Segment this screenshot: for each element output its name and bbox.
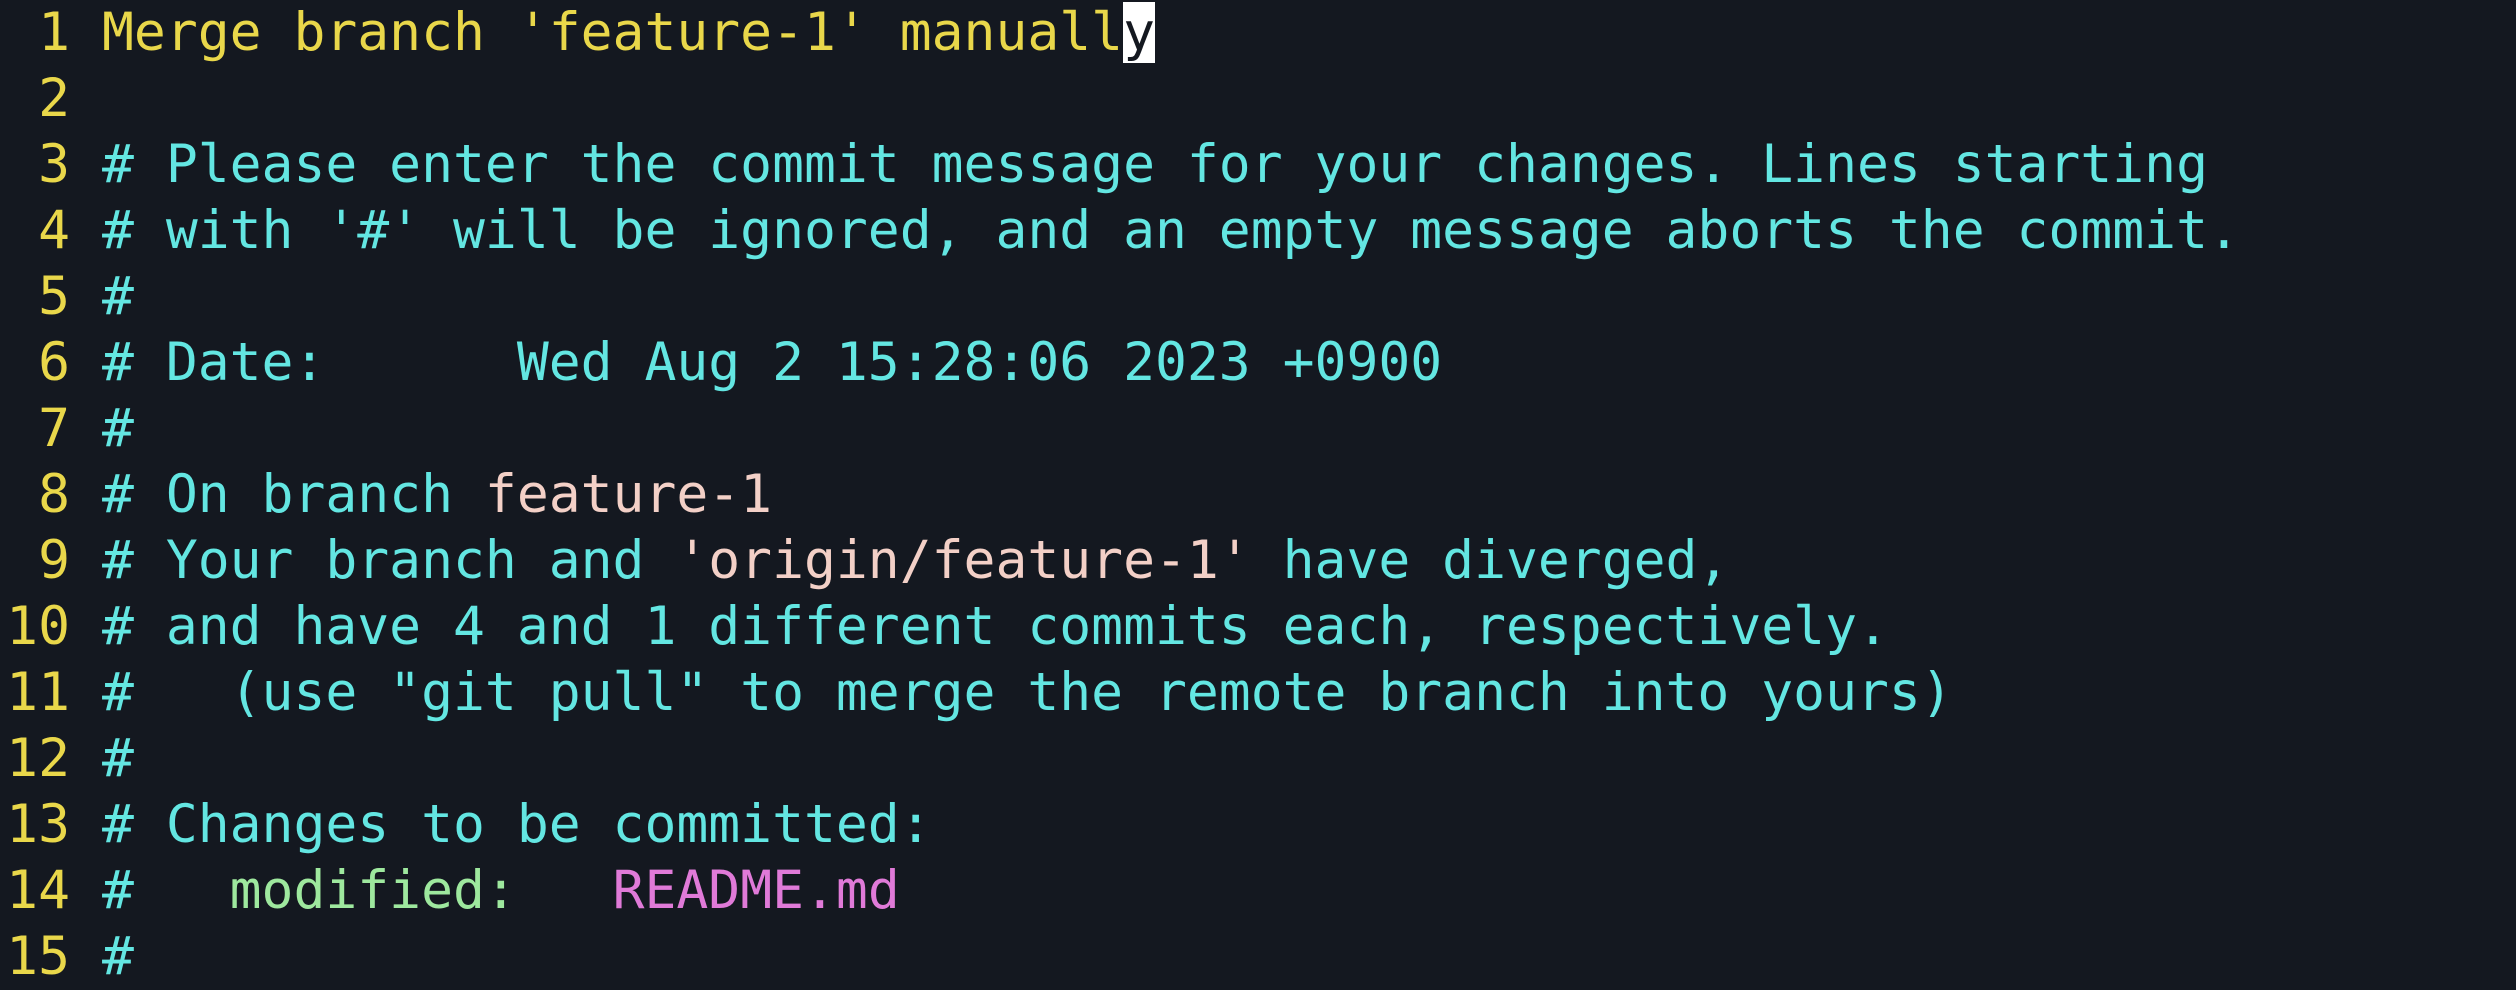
comment-text: # with '#' will be ignored, and an empty…	[102, 200, 2240, 261]
line-number: 15	[6, 926, 70, 987]
comment-text: #	[102, 926, 134, 987]
file-name: README.md	[612, 860, 900, 921]
editor-line-12[interactable]: 12 #	[0, 726, 2516, 792]
comment-diverged-line: # Your branch and 'origin/feature-1' hav…	[102, 528, 2516, 594]
editor-line-15[interactable]: 15 #	[0, 924, 2516, 990]
editor-line-4[interactable]: 4 # with '#' will be ignored, and an emp…	[0, 198, 2516, 264]
text-cursor: y	[1123, 2, 1155, 63]
comment-text: # and have 4 and 1 different commits eac…	[102, 596, 1889, 657]
editor-line-1[interactable]: 1 Merge branch 'feature-1' manually	[0, 0, 2516, 66]
line-number: 9	[38, 530, 70, 591]
branch-name: feature-1	[484, 464, 773, 525]
line-number: 5	[38, 266, 70, 327]
line-number: 1	[38, 2, 70, 63]
commit-message-editor[interactable]: 1 Merge branch 'feature-1' manually 2 3 …	[0, 0, 2516, 990]
editor-line-11[interactable]: 11 # (use "git pull" to merge the remote…	[0, 660, 2516, 726]
line-number: 3	[38, 134, 70, 195]
line-number: 10	[6, 596, 70, 657]
line-number: 14	[6, 860, 70, 921]
comment-prefix: #	[102, 860, 230, 921]
line-number: 12	[6, 728, 70, 789]
remote-branch-name: 'origin/feature-1'	[676, 530, 1251, 591]
comment-text: # (use "git pull" to merge the remote br…	[102, 662, 1953, 723]
line-number: 13	[6, 794, 70, 855]
modified-status: modified:	[229, 860, 517, 921]
comment-text: #	[102, 728, 134, 789]
editor-line-9[interactable]: 9 # Your branch and 'origin/feature-1' h…	[0, 528, 2516, 594]
editor-line-5[interactable]: 5 #	[0, 264, 2516, 330]
comment-date: # Date: Wed Aug 2 15:28:06 2023 +0900	[102, 332, 1443, 393]
line-number: 4	[38, 200, 70, 261]
comment-text: #	[102, 398, 134, 459]
editor-line-6[interactable]: 6 # Date: Wed Aug 2 15:28:06 2023 +0900	[0, 330, 2516, 396]
line-number: 7	[38, 398, 70, 459]
comment-modified-file: # modified: README.md	[102, 858, 2516, 924]
editor-line-14[interactable]: 14 # modified: README.md	[0, 858, 2516, 924]
comment-changes-header: # Changes to be committed:	[102, 794, 932, 855]
line-number: 2	[38, 68, 70, 129]
editor-line-13[interactable]: 13 # Changes to be committed:	[0, 792, 2516, 858]
editor-line-7[interactable]: 7 #	[0, 396, 2516, 462]
comment-prefix: # Your branch and	[102, 530, 677, 591]
comment-text: # Please enter the commit message for yo…	[102, 134, 2208, 195]
line-number: 8	[38, 464, 70, 525]
commit-message-before-cursor: Merge branch 'feature-1' manuall	[102, 2, 1124, 63]
comment-suffix: have diverged,	[1250, 530, 1730, 591]
line-number: 11	[6, 662, 70, 723]
comment-branch-line: # On branch feature-1	[102, 462, 2516, 528]
comment-text: #	[102, 266, 134, 327]
line-number: 6	[38, 332, 70, 393]
comment-prefix: # On branch	[102, 464, 485, 525]
commit-message-text[interactable]: Merge branch 'feature-1' manually	[102, 0, 2516, 66]
editor-line-8[interactable]: 8 # On branch feature-1	[0, 462, 2516, 528]
editor-line-10[interactable]: 10 # and have 4 and 1 different commits …	[0, 594, 2516, 660]
editor-line-2[interactable]: 2	[0, 66, 2516, 132]
editor-line-3[interactable]: 3 # Please enter the commit message for …	[0, 132, 2516, 198]
